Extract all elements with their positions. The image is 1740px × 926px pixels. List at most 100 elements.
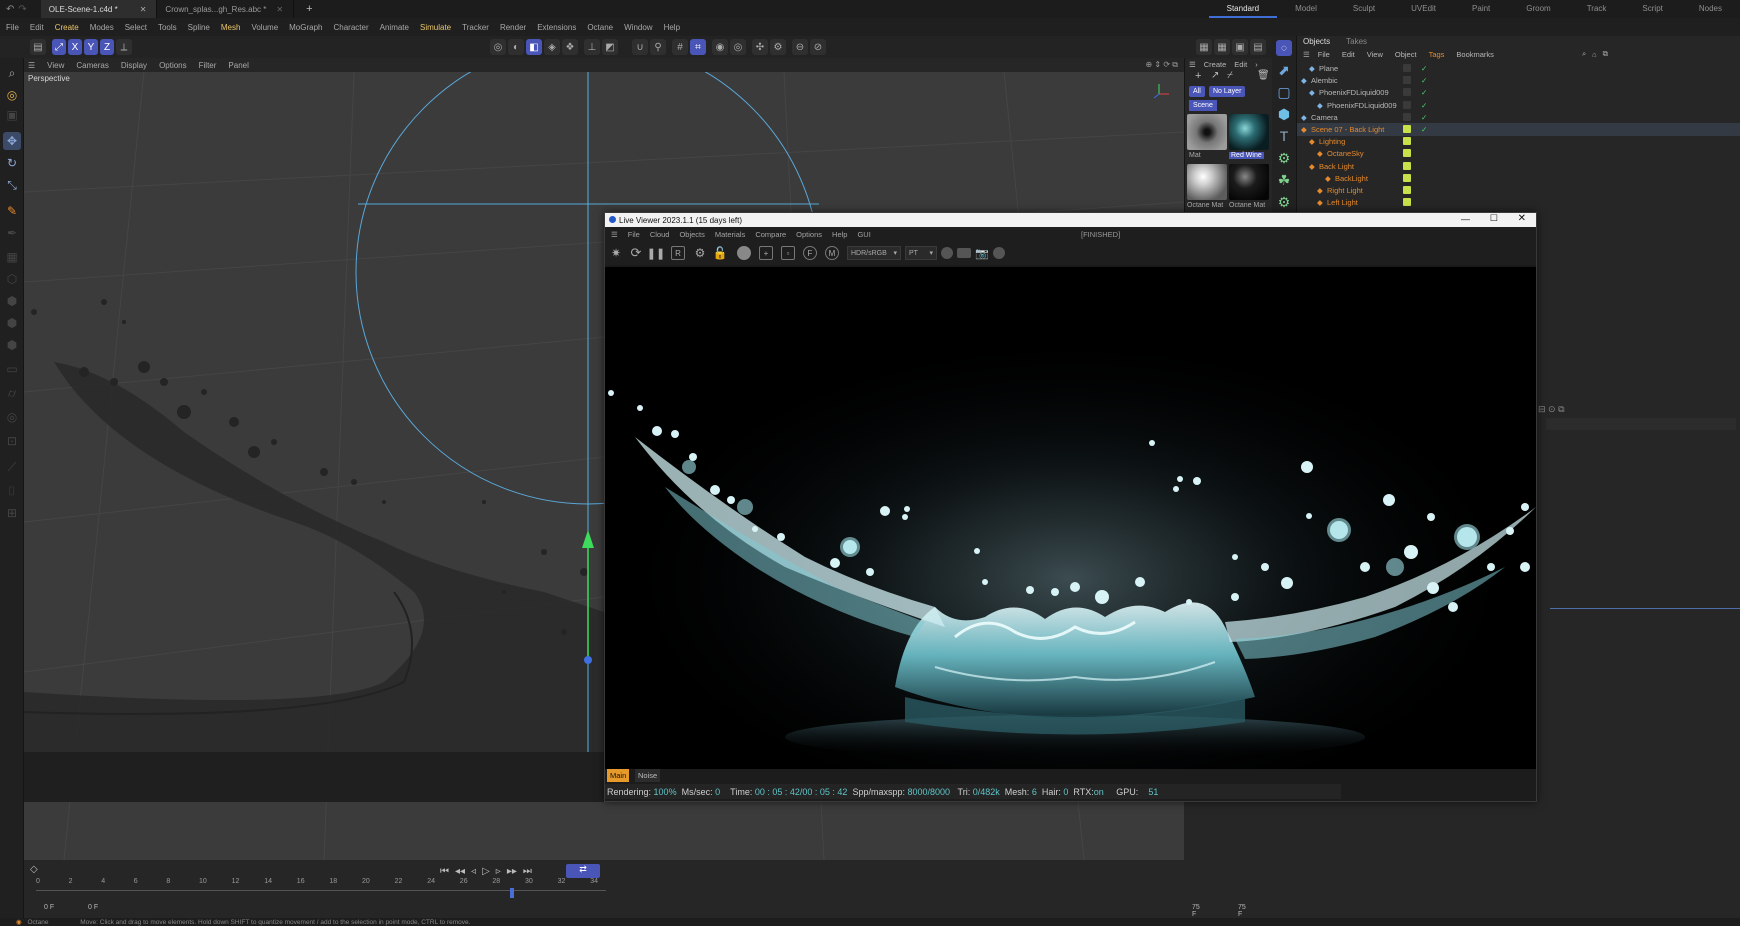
pause-icon[interactable]: ❚❚ [647, 246, 665, 260]
knife-icon[interactable]: ⟋ [3, 458, 21, 476]
end-frame-field[interactable]: 75 F [1238, 904, 1246, 918]
lv-menu-objects[interactable]: Objects [679, 230, 704, 239]
layout-model[interactable]: Model [1277, 0, 1335, 18]
menu-volume[interactable]: Volume [251, 23, 278, 32]
layer-swatch[interactable] [1403, 161, 1411, 170]
color-space-select[interactable]: HDR/sRGB ▾ [847, 246, 901, 260]
undo-icon[interactable]: ↶ [6, 4, 14, 15]
timeline-ruler[interactable]: 0 2 4 6 8 10 12 14 16 18 20 22 24 26 28 30 32 34 [36, 878, 606, 892]
menu-mesh[interactable]: Mesh [221, 23, 241, 32]
go-to-start-icon[interactable]: ⏮ [440, 866, 449, 877]
menu-create[interactable]: Create [55, 23, 79, 32]
snap-icon[interactable]: ⊞ [3, 504, 21, 522]
workplane-icon[interactable]: ▦ [3, 248, 21, 266]
enabled-check-icon[interactable]: ✓ [1421, 101, 1427, 110]
trash-icon[interactable]: 🗑 [1257, 70, 1270, 81]
render-output[interactable] [605, 267, 1536, 769]
lv-menu-help[interactable]: Help [832, 230, 847, 239]
layer-swatch[interactable] [1403, 112, 1411, 121]
minimize-icon[interactable]: — [1461, 214, 1470, 224]
kernel-select[interactable]: PT ▾ [905, 246, 937, 260]
polygon-icon[interactable]: ⬡ [3, 270, 21, 288]
restart-render-icon[interactable]: ⟳ [629, 245, 643, 260]
layer-swatch[interactable] [1403, 88, 1411, 97]
menu-render[interactable]: Render [500, 23, 526, 32]
vp-menu-display[interactable]: Display [121, 61, 147, 70]
home-icon[interactable]: ⌂ [1592, 50, 1597, 59]
next-frame-icon[interactable]: ▹ [496, 866, 501, 877]
object-row[interactable]: ◆ Left Light [1297, 196, 1740, 209]
tab-objects[interactable]: Objects [1303, 37, 1330, 46]
enabled-check-icon[interactable]: ✓ [1421, 113, 1427, 122]
layout-nodes[interactable]: Nodes [1681, 0, 1740, 18]
layer-swatch[interactable] [1403, 186, 1411, 194]
scale-icon[interactable]: ⤡ [3, 176, 21, 194]
hamburger-icon[interactable]: ☰ [611, 230, 618, 239]
cylinder-icon[interactable]: ⌭ [3, 384, 21, 402]
menu-octane[interactable]: Octane [587, 23, 613, 32]
symmetry-icon[interactable]: ✣ [752, 39, 768, 55]
enabled-check-icon[interactable]: ✓ [1421, 125, 1427, 134]
object-row[interactable]: ◆ Right Light [1297, 184, 1740, 197]
cube-icon[interactable]: ⬢ [3, 292, 21, 310]
material-list-icon[interactable]: ▦ [1214, 39, 1230, 55]
edges-mode-icon[interactable]: ❖ [562, 39, 578, 55]
tweak-mode-icon[interactable]: ◩ [602, 39, 618, 55]
object-row[interactable]: ◆ Plane ✓ [1297, 62, 1740, 75]
enabled-check-icon[interactable]: ✓ [1421, 88, 1427, 97]
cube-icon[interactable]: ⬢ [1276, 106, 1292, 122]
cloner-icon[interactable]: ☘ [1276, 172, 1292, 188]
vp-menu-cameras[interactable]: Cameras [76, 61, 108, 70]
live-selection-icon[interactable]: ◌ [1276, 40, 1292, 56]
eyedropper-icon[interactable]: ⌿ [1227, 70, 1233, 81]
layout-uvedit[interactable]: UVEdit [1393, 0, 1454, 18]
material-ball-icon[interactable] [737, 246, 751, 260]
render-view-icon[interactable]: ◉ [712, 39, 728, 55]
object-row[interactable]: ◆ Back Light [1297, 160, 1740, 173]
output-icon[interactable] [957, 248, 971, 258]
menu-help[interactable]: Help [664, 23, 680, 32]
menu-edit[interactable]: Edit [30, 23, 44, 32]
layer-swatch[interactable] [1403, 198, 1411, 207]
render-picture-icon[interactable]: ◎ [730, 39, 746, 55]
menu-tools[interactable]: Tools [158, 23, 177, 32]
material-save-icon[interactable]: ▣ [1232, 39, 1248, 55]
objects-menu-tags[interactable]: Tags [1429, 50, 1445, 59]
hamburger-icon[interactable]: ☰ [1189, 60, 1196, 69]
material-new-icon[interactable]: ▦ [1196, 39, 1212, 55]
axis-lock-icon[interactable]: ⤢ [52, 39, 66, 55]
go-to-end-icon[interactable]: ⏭ [523, 866, 532, 877]
text-icon[interactable]: T [1276, 128, 1292, 144]
layer-swatch[interactable] [1403, 173, 1411, 182]
model-mode-icon[interactable]: ◎ [490, 39, 506, 55]
preview-start-field[interactable]: 0 F [88, 904, 98, 911]
vp-menu-view[interactable]: View [47, 61, 64, 70]
object-row[interactable]: ◆ Lighting [1297, 135, 1740, 148]
octane-settings-icon[interactable]: ⊘ [810, 39, 826, 55]
tab-noise[interactable]: Noise [635, 769, 661, 782]
channel-dot-icon[interactable] [941, 247, 953, 259]
vp-menu-options[interactable]: Options [159, 61, 187, 70]
attr-icons[interactable]: ⊟ ⊙ ⧉ [1538, 404, 1565, 415]
hamburger-icon[interactable]: ☰ [28, 61, 35, 70]
close-icon[interactable]: ✕ [140, 5, 147, 14]
search-icon[interactable]: ⌕ [1582, 49, 1586, 59]
axis-x-button[interactable]: X [68, 39, 82, 55]
object-mode-icon[interactable]: ◧ [526, 39, 542, 55]
file-tab[interactable]: Crown_splas...gh_Res.abc * ✕ [157, 0, 295, 18]
add-tab-icon[interactable]: + [306, 3, 312, 15]
snap-magnet-icon[interactable]: ∪ [632, 39, 648, 55]
layer-swatch[interactable] [1403, 137, 1411, 146]
lock-icon[interactable]: ⊡ [3, 432, 21, 450]
material-browser-icon[interactable]: ▤ [1250, 39, 1266, 55]
layout-sculpt[interactable]: Sculpt [1335, 0, 1393, 18]
ruler-icon[interactable]: ⌷ [3, 482, 21, 500]
close-icon[interactable]: ✕ [1518, 213, 1526, 224]
menu-tracker[interactable]: Tracker [462, 23, 489, 32]
axis-mode-icon[interactable]: ⊥ [584, 39, 600, 55]
start-frame-field[interactable]: 0 F [44, 904, 54, 911]
layer-swatch[interactable] [1403, 125, 1411, 133]
material-thumb-octane-2[interactable] [1229, 164, 1269, 200]
workplane-icon[interactable]: ⌗ [690, 39, 706, 55]
chevron-right-icon[interactable]: › [1255, 60, 1258, 69]
